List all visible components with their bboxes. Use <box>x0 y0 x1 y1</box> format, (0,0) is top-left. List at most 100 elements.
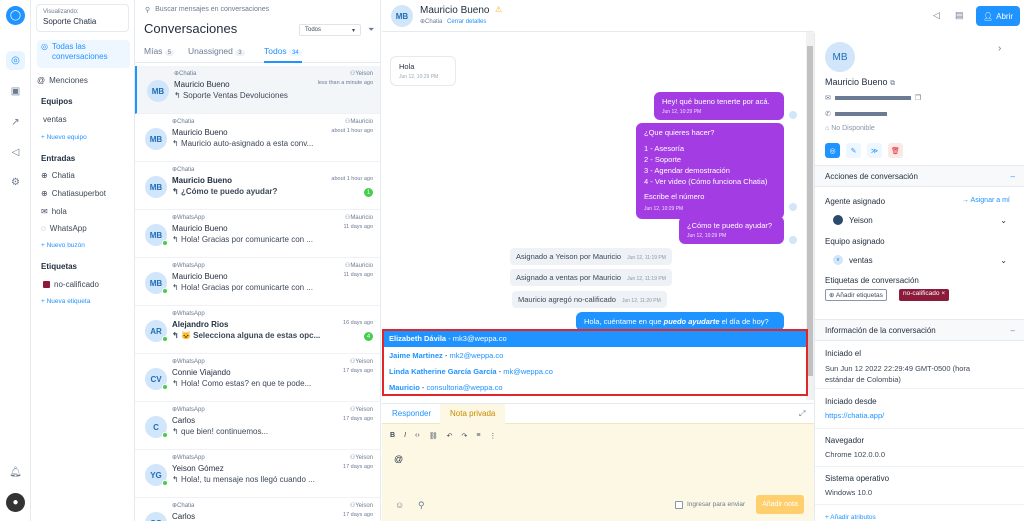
bullet-list-icon[interactable]: ≡ <box>476 432 480 440</box>
unread-badge: 4 <box>364 332 373 341</box>
delete-icon[interactable]: 🗑︎ <box>888 143 903 158</box>
sidebar-item-team-ventas[interactable]: ventas <box>43 115 130 124</box>
sidebar-item-inbox-hola[interactable]: ✉ hola <box>41 207 130 216</box>
tab-all[interactable]: Todos 34 <box>264 46 302 63</box>
sidebar-item-mentions[interactable]: @ Menciones <box>37 76 130 85</box>
new-label-link[interactable]: + Nueva etiqueta <box>41 298 90 305</box>
attachment-icon[interactable]: ⚲ <box>418 500 425 511</box>
team-select[interactable]: v ventas ⌄ <box>825 251 1015 269</box>
search-input[interactable]: Buscar mensajes en conversaciones <box>155 6 269 14</box>
campaigns-icon[interactable]: ◁ <box>6 143 25 162</box>
agent-select[interactable]: Yeison ⌄ <box>825 211 1015 229</box>
sidebar-item-label-no-calificado[interactable]: no-calificado <box>43 280 130 289</box>
online-status-icon <box>162 288 168 294</box>
close-icon[interactable]: × <box>941 290 945 297</box>
conversations-icon[interactable]: ◎ <box>6 51 25 70</box>
copy-icon[interactable]: ❐ <box>915 94 921 102</box>
tab-private-note[interactable]: Nota privada <box>440 404 506 424</box>
mention-option[interactable]: Elizabeth Dávila - mk3@weppa.co <box>384 331 806 347</box>
conversation-inbox: ⊕WhatsApp <box>172 214 205 221</box>
transcript-icon[interactable]: ▤ <box>955 10 964 21</box>
new-team-link[interactable]: + Nuevo equipo <box>41 134 87 141</box>
conversation-last-message: ↰ ¿Cómo te puedo ayudar? <box>172 187 322 196</box>
contact-name[interactable]: Mauricio Bueno <box>420 5 489 16</box>
contacts-icon[interactable]: ▣ <box>6 82 25 101</box>
sidebar-item-inbox-chatia[interactable]: ⊕ Chatia <box>41 171 130 180</box>
notifications-icon[interactable]: 🔔︎ <box>6 463 25 482</box>
sidebar-item-inbox-chatiasuperbot[interactable]: ⊕ Chatiasuperbot <box>41 189 130 198</box>
conversation-agent: ⚇Mauricio <box>345 262 373 269</box>
message-preview: Hola! Gracias por comunicarte con ... <box>180 283 313 292</box>
sidebar-item-all-conversations[interactable]: ◎ Todas las conversaciones <box>37 40 130 68</box>
message-outgoing-menu: ¿Que quieres hacer? 1 - Asesoría 2 - Sop… <box>636 123 784 219</box>
ordered-list-icon[interactable]: ⋮ <box>489 432 496 440</box>
conversation-item[interactable]: MB ⊕Chatia ⚇Mauricio Mauricio Bueno about 1 … <box>135 114 380 162</box>
conversation-item[interactable]: AR ⊕WhatsApp Alejandro Rios 16 days ago ↰ 🐱 … <box>135 306 380 354</box>
conversation-item[interactable]: CV ⊕WhatsApp ⚇Yeison Connie Viajando 17 days… <box>135 354 380 402</box>
scrollbar-thumb[interactable] <box>807 46 813 376</box>
conversation-item[interactable]: MB ⊕Chatia ⚇Yeison Mauricio Bueno less than … <box>135 66 380 114</box>
new-message-icon[interactable]: ◎ <box>825 143 840 158</box>
editor-input[interactable]: @ <box>394 454 403 464</box>
mention-option[interactable]: Jaime Martinez - mk2@weppa.co <box>384 348 806 363</box>
conversation-info-header[interactable]: Información de la conversación – <box>815 319 1024 341</box>
sidebar: Visualizando: Soporte Chatia ◎ Todas las… <box>31 0 135 521</box>
chevron-right-icon[interactable]: › <box>998 43 1001 54</box>
external-link-icon[interactable]: ⧉ <box>890 80 895 87</box>
conversation-time: 17 days ago <box>343 464 373 470</box>
resolve-button[interactable]: 👤︎ Abrir <box>976 6 1020 26</box>
conversation-contact-name: Connie Viajando <box>172 368 231 377</box>
expand-icon[interactable]: ⤢ <box>799 409 805 419</box>
redo-icon[interactable]: ↷ <box>461 432 467 440</box>
reports-icon[interactable]: ↗ <box>6 113 25 132</box>
user-avatar[interactable]: ● <box>6 493 25 512</box>
contact-name: Mauricio Bueno ⧉ <box>825 77 895 88</box>
send-on-enter-checkbox[interactable] <box>675 501 683 509</box>
add-labels-button[interactable]: ⊕ Añadir etiquetas <box>825 289 887 301</box>
started-from-link[interactable]: https://chatia.app/ <box>825 411 884 420</box>
filter-icon[interactable]: ⏷ <box>368 25 374 35</box>
app-logo-icon[interactable]: ◯ <box>6 6 25 25</box>
add-attributes-link[interactable]: + Añadir atributos <box>825 514 876 521</box>
edit-icon[interactable]: ✎ <box>846 143 861 158</box>
contact-avatar: MB <box>391 5 413 27</box>
contact-email[interactable]: ✉ ❐ <box>825 94 921 102</box>
avatar-initials: MB <box>151 86 165 96</box>
conversation-item[interactable]: C ⊕WhatsApp ⚇Yeison Carlos 17 days ago ↰ que … <box>135 402 380 450</box>
close-details-link[interactable]: Cerrar detalles <box>447 19 486 25</box>
bot-avatar-icon <box>789 236 797 244</box>
conversation-item[interactable]: YG ⊕WhatsApp ⚇Yeison Yeison Gómez 17 days ag… <box>135 450 380 498</box>
conversation-item[interactable]: MB ⊕WhatsApp ⚇Mauricio Mauricio Bueno 11 day… <box>135 258 380 306</box>
agent-name: Yeison <box>355 359 373 365</box>
conversation-item[interactable]: MB ⊕Chatia Mauricio Bueno about 1 hour ago ↰… <box>135 162 380 210</box>
merge-icon[interactable]: ≫ <box>867 143 882 158</box>
tab-label: Todos <box>264 46 287 56</box>
add-note-button[interactable]: Añadir nota <box>756 495 804 514</box>
italic-icon[interactable]: I <box>404 432 406 440</box>
new-inbox-link[interactable]: + Nuevo buzón <box>41 242 85 249</box>
at-icon: @ <box>37 76 46 85</box>
account-switcher[interactable]: Visualizando: Soporte Chatia <box>36 4 129 32</box>
assign-to-me-link[interactable]: → Asignar a mí <box>962 197 1010 204</box>
code-icon[interactable]: ‹› <box>415 432 420 440</box>
bold-icon[interactable]: B <box>390 432 395 440</box>
conversation-actions-header[interactable]: Acciones de conversación – <box>815 165 1024 187</box>
tab-mine[interactable]: Mías 5 <box>144 46 175 56</box>
undo-icon[interactable]: ↶ <box>447 432 453 440</box>
settings-icon[interactable]: ⚙ <box>6 173 25 192</box>
message-line: Escribe el número <box>644 192 705 202</box>
mention-option[interactable]: Linda Katherine García García - mk@weppa… <box>384 364 806 379</box>
tab-unassigned[interactable]: Unassigned 3 <box>188 46 245 56</box>
conversation-item[interactable]: MB ⊕WhatsApp ⚇Mauricio Mauricio Bueno 11 day… <box>135 210 380 258</box>
link-icon[interactable]: ⛓ <box>429 432 438 440</box>
sidebar-item-label: WhatsApp <box>49 224 87 233</box>
sidebar-item-inbox-whatsapp[interactable]: ◌ WhatsApp <box>41 224 130 233</box>
mention-option[interactable]: Mauricio - consultoria@weppa.co <box>384 380 806 395</box>
conversation-item[interactable]: CG ⊕Chatia ⚇Yeison Carlos 17 days ago <box>135 498 380 521</box>
search-bar[interactable]: ⚲ Buscar mensajes en conversaciones <box>145 6 269 14</box>
status-filter-select[interactable]: Todos ▾ <box>299 24 361 36</box>
tab-reply[interactable]: Responder <box>392 409 431 418</box>
contact-phone[interactable]: ✆ <box>825 110 887 118</box>
mute-icon[interactable]: ◁ <box>933 10 940 21</box>
emoji-icon[interactable]: ☺ <box>395 500 404 510</box>
